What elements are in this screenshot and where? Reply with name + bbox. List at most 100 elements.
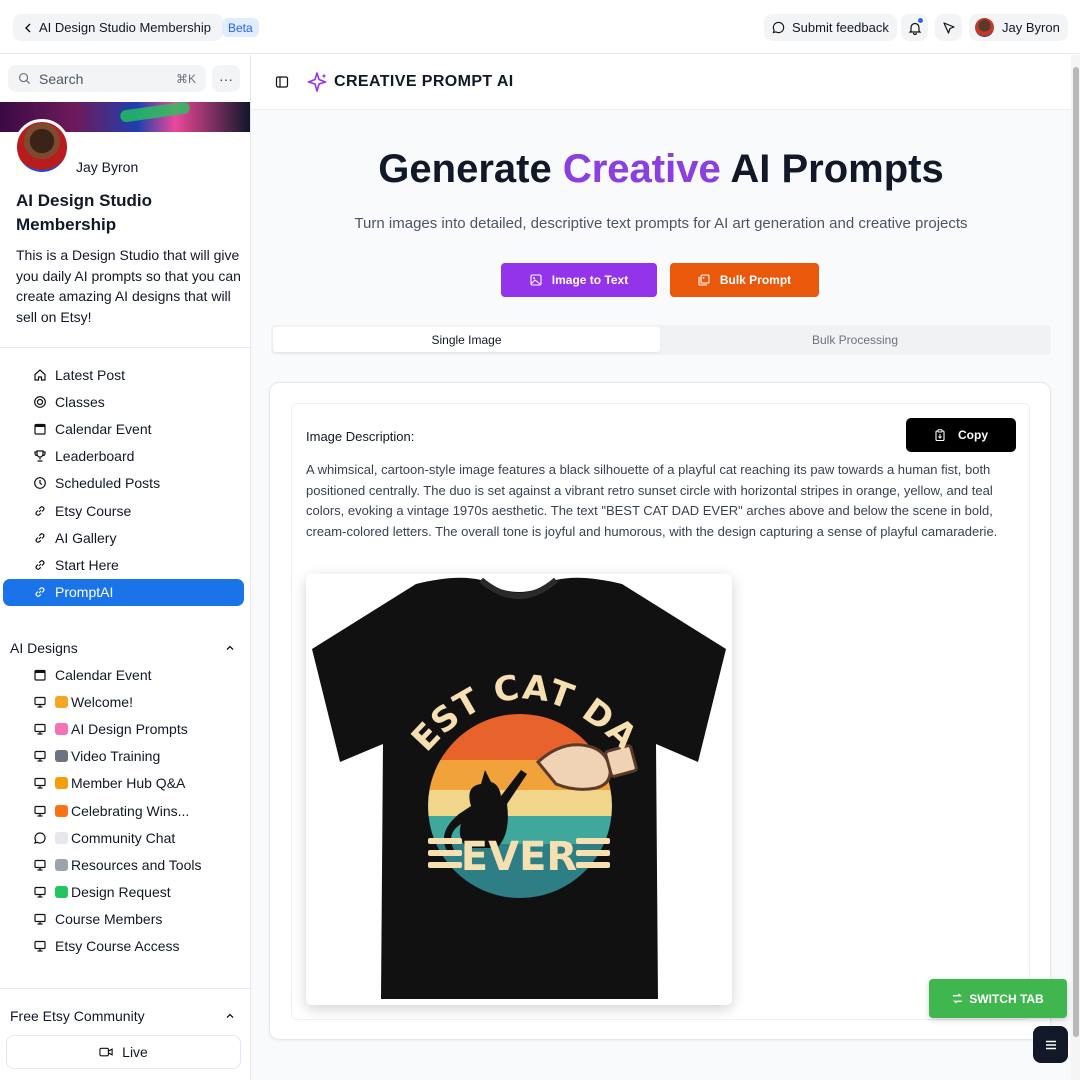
sidebar-item-etsy-course-access[interactable]: Etsy Course Access (3, 933, 244, 960)
image-to-text-label: Image to Text (551, 273, 629, 287)
back-button[interactable]: AI Design Studio Membership (13, 14, 223, 41)
emoji-icon (55, 804, 68, 817)
tab-single-image[interactable]: Single Image (273, 327, 660, 352)
sidebar-ai-designs-nav: Calendar Event Welcome! AI Design Prompt… (0, 661, 250, 960)
sidebar-item-label: Etsy Course (55, 502, 132, 519)
sidebar-item-label: Course Members (55, 911, 163, 928)
sidebar-item-latest-post[interactable]: Latest Post (3, 361, 244, 388)
monitor-icon (34, 751, 46, 762)
link-icon (35, 532, 45, 543)
main-content: CREATIVE PROMPT AI Generate Creative AI … (251, 55, 1071, 1080)
search-input[interactable]: Search ⌘K (8, 65, 206, 92)
section-ai-designs[interactable]: AI Designs (10, 638, 235, 658)
chevron-left-icon (25, 23, 31, 32)
sidebar-item-label: Start Here (55, 556, 119, 573)
sidebar-item-promptai[interactable]: PromptAI (3, 578, 244, 606)
link-icon (35, 587, 45, 597)
profile-name[interactable]: Jay Byron (76, 159, 138, 175)
sidebar-item-member-hub-qa[interactable]: Member Hub Q&A (3, 770, 244, 797)
image-to-text-button[interactable]: Image to Text (501, 263, 657, 297)
sidebar-item-label: AI Gallery (55, 529, 117, 546)
link-icon (35, 505, 45, 516)
sidebar-divider (0, 347, 250, 348)
search-placeholder: Search (39, 70, 84, 87)
monitor-icon (34, 914, 46, 925)
chat-icon (34, 832, 46, 844)
user-menu-button[interactable]: Jay Byron (969, 14, 1068, 41)
tab-bulk-processing[interactable]: Bulk Processing (661, 327, 1049, 352)
hero-title-part1: Generate (378, 147, 563, 191)
section-free-etsy-community[interactable]: Free Etsy Community (10, 1006, 235, 1026)
sidebar-toggle-icon[interactable] (275, 75, 289, 89)
calendar-icon (34, 423, 46, 435)
more-options-button[interactable]: ··· (212, 65, 240, 92)
beta-badge: Beta (222, 18, 259, 37)
mode-tabs: Single Image Bulk Processing (271, 325, 1051, 355)
chevron-up-icon (226, 645, 234, 650)
section-title: Free Etsy Community (10, 1008, 145, 1024)
sidebar-item-label: Member Hub Q&A (55, 775, 185, 791)
notification-dot (917, 17, 924, 24)
profile-avatar[interactable] (14, 119, 70, 175)
chevron-up-icon (226, 1013, 234, 1018)
switch-tab-label: SWITCH TAB (969, 991, 1044, 1006)
community-title: AI Design Studio Membership (16, 191, 152, 234)
feedback-label: Submit feedback (792, 20, 889, 35)
description-panel: Image Description: Copy A whimsical, car… (291, 403, 1030, 1020)
copy-label: Copy (958, 428, 988, 442)
copy-button[interactable]: Copy (906, 418, 1016, 452)
bulk-prompt-button[interactable]: Bulk Prompt (670, 263, 819, 297)
shirt-text-bottom: EVER (461, 834, 577, 880)
sidebar-item-text: Video Training (71, 748, 161, 765)
clock-icon (34, 477, 46, 490)
sidebar-item-resources-and-tools[interactable]: Resources and Tools (3, 851, 244, 878)
submit-feedback-button[interactable]: Submit feedback (764, 14, 897, 41)
sidebar-item-etsy-course[interactable]: Etsy Course (3, 497, 244, 524)
sidebar-item-scheduled-posts[interactable]: Scheduled Posts (3, 470, 244, 497)
sidebar-item-label: Scheduled Posts (55, 475, 161, 492)
notifications-button[interactable] (901, 14, 928, 41)
monitor-icon (34, 859, 46, 871)
sidebar-item-video-training[interactable]: Video Training (3, 743, 244, 770)
switch-tab-button[interactable]: SWITCH TAB (929, 979, 1067, 1018)
back-button-label: AI Design Studio Membership (39, 20, 211, 35)
sidebar-item-start-here[interactable]: Start Here (3, 551, 244, 578)
section-title: AI Designs (10, 640, 78, 656)
sidebar-item-label: Resources and Tools (55, 857, 201, 873)
sidebar-item-leaderboard[interactable]: Leaderboard (3, 443, 244, 470)
sidebar-item-celebrating-wins[interactable]: Celebrating Wins... (3, 797, 244, 824)
app-header: CREATIVE PROMPT AI (251, 55, 1071, 110)
scrollbar[interactable] (1071, 55, 1080, 1080)
sidebar-item-calendar-event[interactable]: Calendar Event (3, 415, 244, 442)
sidebar-item-ai-design-prompts[interactable]: AI Design Prompts (3, 715, 244, 742)
clipboard-icon (935, 429, 945, 441)
sidebar-item-course-members[interactable]: Course Members (3, 906, 244, 933)
monitor-icon (34, 886, 46, 898)
sidebar-item-ai-gallery[interactable]: AI Gallery (3, 524, 244, 551)
sidebar-item-welcome[interactable]: Welcome! (3, 688, 244, 715)
avatar (975, 18, 994, 37)
sidebar-item-label: Leaderboard (55, 448, 135, 465)
live-label: Live (122, 1044, 148, 1060)
sidebar-item-label: PromptAI (55, 584, 114, 601)
monitor-icon (34, 696, 46, 708)
monitor-icon (34, 778, 46, 789)
description-text: A whimsical, cartoon-style image feature… (306, 462, 998, 539)
search-icon (18, 72, 31, 85)
sidebar-item-label: Video Training (55, 748, 160, 764)
emoji-icon (55, 886, 68, 899)
monitor-icon (34, 805, 46, 817)
live-button[interactable]: Live (6, 1035, 241, 1069)
sidebar-item-ai-calendar-event[interactable]: Calendar Event (3, 661, 244, 688)
share-button[interactable] (935, 14, 962, 41)
search-shortcut: ⌘K (175, 71, 196, 86)
sidebar-item-label: Calendar Event (55, 666, 152, 683)
sidebar-main-nav: Latest Post Classes Calendar Event Leade… (0, 361, 250, 606)
sidebar-item-classes[interactable]: Classes (3, 388, 244, 415)
hamburger-icon (1045, 1040, 1056, 1049)
scroll-thumb[interactable] (1073, 67, 1079, 1037)
sidebar-item-design-request[interactable]: Design Request (3, 879, 244, 906)
sidebar-item-text: Community Chat (71, 829, 176, 846)
sidebar-item-community-chat[interactable]: Community Chat (3, 824, 244, 851)
menu-button[interactable] (1033, 1026, 1068, 1063)
